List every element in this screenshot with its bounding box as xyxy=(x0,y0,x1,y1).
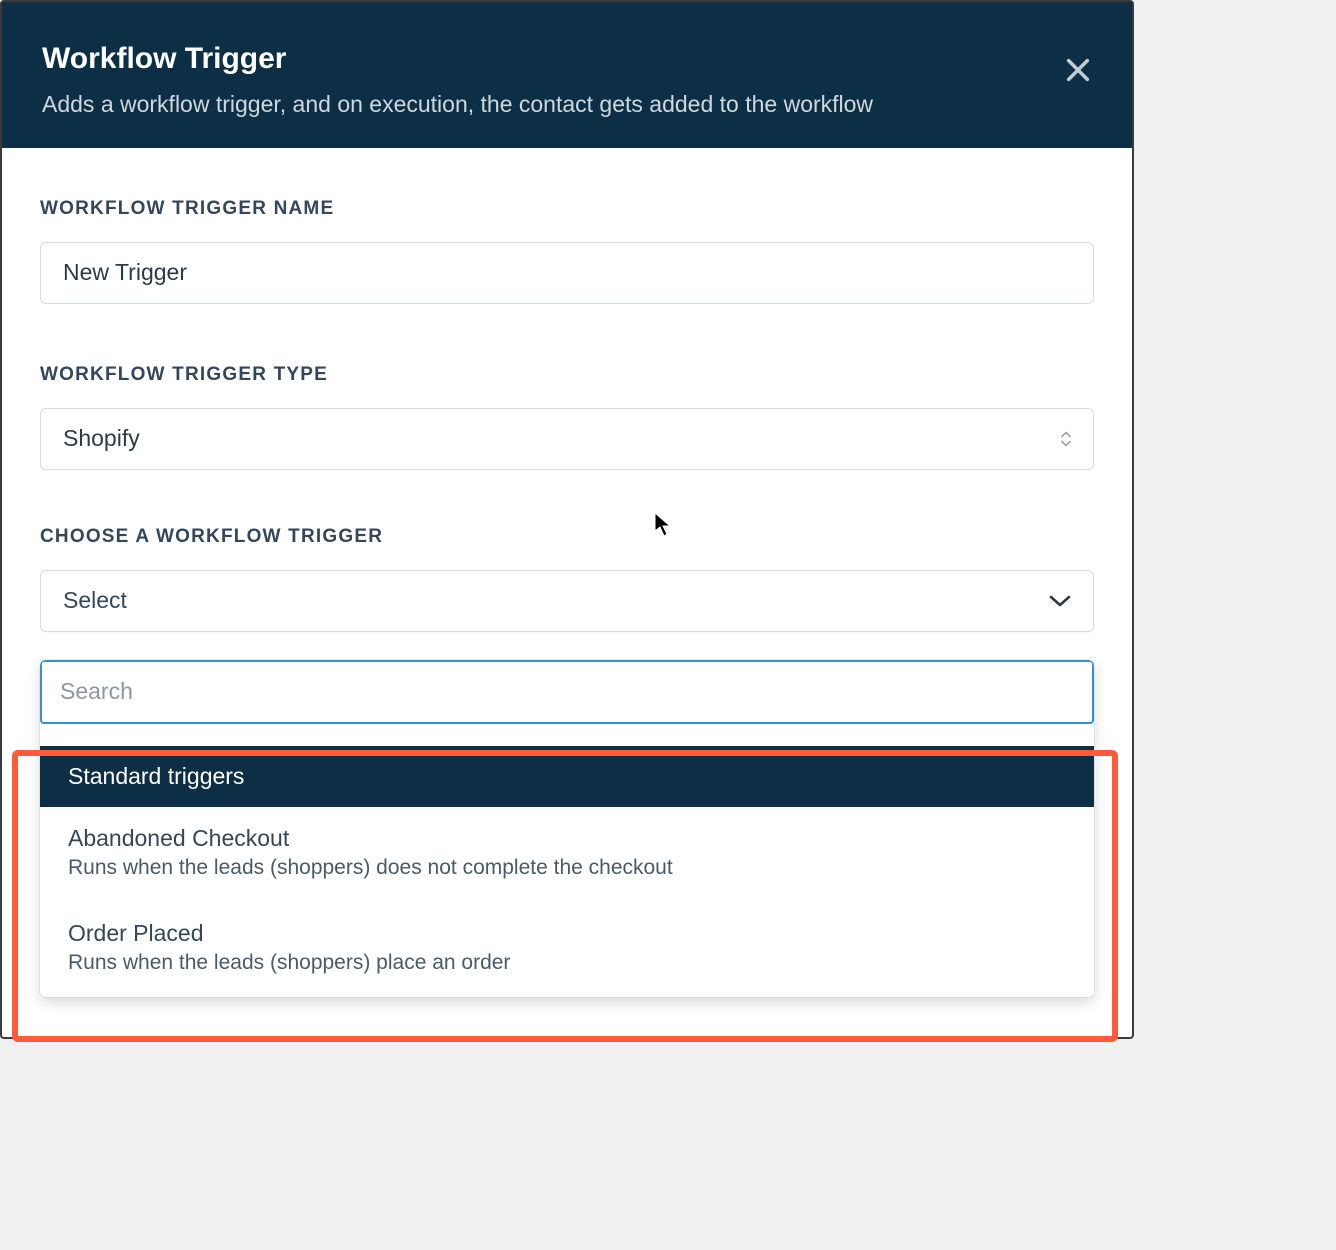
trigger-name-input[interactable] xyxy=(40,242,1094,304)
trigger-option-abandoned-checkout[interactable]: Abandoned Checkout Runs when the leads (… xyxy=(40,807,1094,902)
chevron-down-icon xyxy=(1049,587,1071,614)
choose-trigger-group: CHOOSE A WORKFLOW TRIGGER Select Standar… xyxy=(40,526,1094,997)
option-title: Order Placed xyxy=(68,920,1066,947)
option-desc: Runs when the leads (shoppers) does not … xyxy=(68,856,1066,880)
sort-icon xyxy=(1061,431,1071,447)
panel-body: WORKFLOW TRIGGER NAME WORKFLOW TRIGGER T… xyxy=(2,148,1132,1037)
panel-subtitle: Adds a workflow trigger, and on executio… xyxy=(42,90,1092,120)
trigger-type-group: WORKFLOW TRIGGER TYPE Shopify xyxy=(40,364,1094,470)
option-title: Abandoned Checkout xyxy=(68,825,1066,852)
trigger-search-input[interactable] xyxy=(40,660,1094,724)
choose-trigger-placeholder: Select xyxy=(63,587,127,614)
trigger-option-order-placed[interactable]: Order Placed Runs when the leads (shoppe… xyxy=(40,902,1094,997)
trigger-type-label: WORKFLOW TRIGGER TYPE xyxy=(40,364,1094,386)
panel-header: Workflow Trigger Adds a workflow trigger… xyxy=(2,2,1132,148)
choose-trigger-select[interactable]: Select xyxy=(40,570,1094,632)
trigger-name-label: WORKFLOW TRIGGER NAME xyxy=(40,198,1094,220)
trigger-type-value: Shopify xyxy=(63,425,140,452)
trigger-type-select[interactable]: Shopify xyxy=(40,408,1094,470)
close-icon[interactable] xyxy=(1064,56,1092,84)
option-desc: Runs when the leads (shoppers) place an … xyxy=(68,951,1066,975)
trigger-dropdown: Standard triggers Abandoned Checkout Run… xyxy=(40,660,1094,997)
dropdown-group-header: Standard triggers xyxy=(40,746,1094,807)
panel-title: Workflow Trigger xyxy=(42,42,1092,76)
choose-trigger-label: CHOOSE A WORKFLOW TRIGGER xyxy=(40,526,1094,548)
workflow-trigger-panel: Workflow Trigger Adds a workflow trigger… xyxy=(0,0,1134,1039)
trigger-name-group: WORKFLOW TRIGGER NAME xyxy=(40,198,1094,304)
